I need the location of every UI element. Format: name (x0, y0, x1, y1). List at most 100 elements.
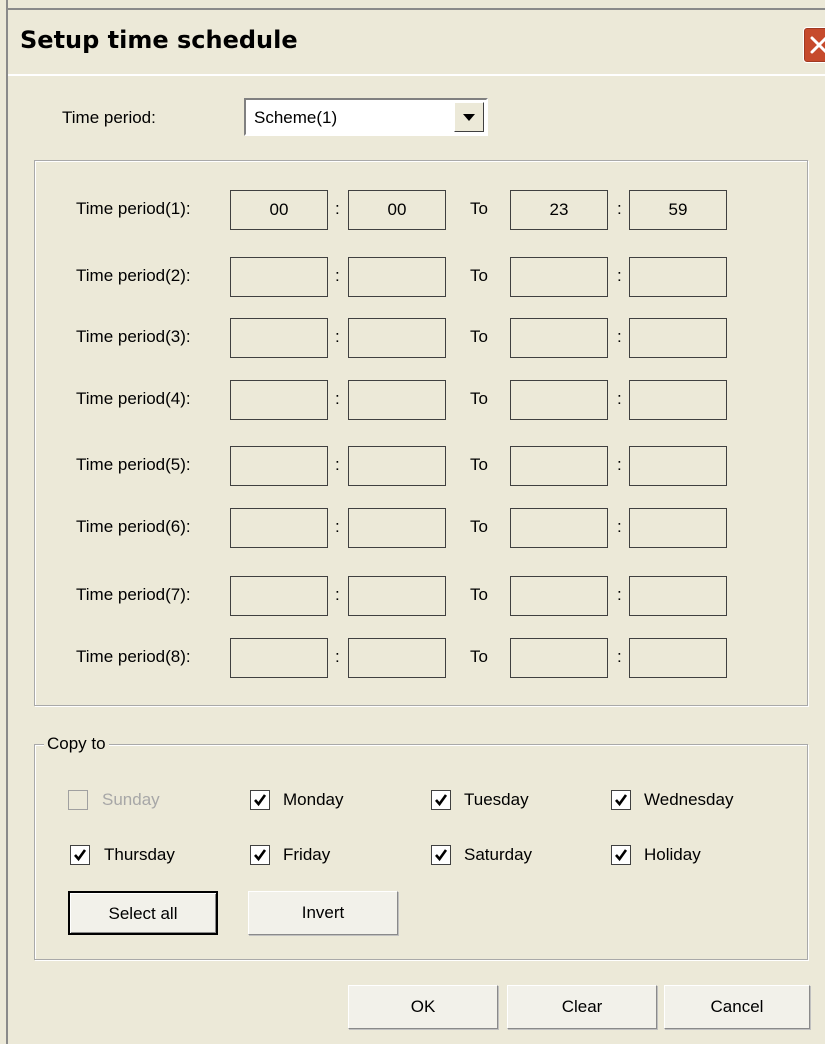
end-minute-field[interactable] (629, 380, 727, 420)
to-label: To (470, 199, 488, 218)
end-hour-field[interactable] (510, 318, 608, 358)
checkmark-icon (254, 794, 267, 807)
window-left-edge (6, 0, 8, 1044)
time-period-label: Time period(5): (76, 455, 191, 474)
to-label: To (470, 327, 488, 346)
start-hour-field[interactable] (230, 508, 328, 548)
time-period-selected-value: Scheme(1) (254, 108, 338, 127)
end-minute-field[interactable] (629, 257, 727, 297)
to-label: To (470, 517, 488, 536)
checkmark-icon (435, 849, 448, 862)
end-hour-field[interactable] (510, 638, 608, 678)
start-hour-field[interactable] (230, 318, 328, 358)
end-hour-field[interactable] (510, 508, 608, 548)
start-hour-field[interactable] (230, 638, 328, 678)
time-separator: : (335, 199, 340, 218)
sunday-checkbox[interactable] (68, 790, 88, 810)
holiday-checkbox[interactable] (611, 845, 631, 865)
start-hour-field[interactable] (230, 257, 328, 297)
time-separator: : (335, 647, 340, 666)
checkmark-icon (435, 794, 448, 807)
time-period-dropdown[interactable]: Scheme(1) (244, 98, 488, 136)
start-hour-field[interactable] (230, 380, 328, 420)
thursday-checkbox[interactable] (70, 845, 90, 865)
title-bar[interactable]: Setup time schedule (8, 8, 825, 76)
start-minute-field[interactable] (348, 508, 446, 548)
end-hour-field[interactable]: 23 (510, 190, 608, 230)
time-period-label: Time period(2): (76, 266, 191, 285)
end-minute-field[interactable] (629, 508, 727, 548)
invert-button[interactable]: Invert (248, 891, 398, 935)
time-separator: : (335, 455, 340, 474)
start-hour-field[interactable]: 00 (230, 190, 328, 230)
saturday-label: Saturday (464, 845, 533, 864)
time-separator: : (617, 647, 622, 666)
monday-checkbox[interactable] (250, 790, 270, 810)
start-hour-field[interactable] (230, 576, 328, 616)
setup-time-schedule-dialog: Setup time schedule Time period: Scheme(… (0, 0, 825, 1044)
monday-label: Monday (283, 790, 344, 809)
clear-button[interactable]: Clear (507, 985, 657, 1029)
start-minute-field[interactable] (348, 446, 446, 486)
time-period-label: Time period(3): (76, 327, 191, 346)
time-separator: : (617, 517, 622, 536)
time-separator: : (617, 585, 622, 604)
wednesday-checkbox[interactable] (611, 790, 631, 810)
end-minute-field[interactable] (629, 576, 727, 616)
time-periods-panel (34, 160, 808, 706)
checkmark-icon (615, 849, 628, 862)
dropdown-arrow-icon (463, 114, 475, 121)
end-minute-field[interactable] (629, 446, 727, 486)
cancel-button[interactable]: Cancel (664, 985, 810, 1029)
time-separator: : (617, 389, 622, 408)
time-separator: : (617, 455, 622, 474)
time-separator: : (335, 517, 340, 536)
time-period-label: Time period(7): (76, 585, 191, 604)
time-period-label: Time period(4): (76, 389, 191, 408)
to-label: To (470, 647, 488, 666)
holiday-label: Holiday (644, 845, 701, 864)
wednesday-label: Wednesday (644, 790, 734, 809)
time-period-label: Time period(1): (76, 199, 191, 218)
start-minute-field[interactable] (348, 380, 446, 420)
start-hour-field[interactable] (230, 446, 328, 486)
friday-checkbox[interactable] (250, 845, 270, 865)
time-separator: : (335, 585, 340, 604)
end-hour-field[interactable] (510, 257, 608, 297)
saturday-checkbox[interactable] (431, 845, 451, 865)
start-minute-field[interactable] (348, 318, 446, 358)
time-period-label: Time period: (62, 108, 156, 127)
time-period-label: Time period(6): (76, 517, 191, 536)
time-separator: : (335, 327, 340, 346)
time-separator: : (617, 266, 622, 285)
start-minute-field[interactable]: 00 (348, 190, 446, 230)
friday-label: Friday (283, 845, 331, 864)
start-minute-field[interactable] (348, 257, 446, 297)
to-label: To (470, 266, 488, 285)
tuesday-checkbox[interactable] (431, 790, 451, 810)
time-separator: : (617, 327, 622, 346)
sunday-label: Sunday (102, 790, 160, 809)
ok-button[interactable]: OK (348, 985, 498, 1029)
tuesday-label: Tuesday (464, 790, 529, 809)
copy-to-legend: Copy to (44, 734, 109, 754)
start-minute-field[interactable] (348, 576, 446, 616)
end-minute-field[interactable]: 59 (629, 190, 727, 230)
end-hour-field[interactable] (510, 576, 608, 616)
select-all-button[interactable]: Select all (68, 891, 218, 935)
close-button[interactable] (803, 27, 825, 63)
end-minute-field[interactable] (629, 318, 727, 358)
end-minute-field[interactable] (629, 638, 727, 678)
dropdown-arrow-button[interactable] (454, 102, 484, 132)
time-separator: : (617, 199, 622, 218)
checkmark-icon (615, 794, 628, 807)
to-label: To (470, 585, 488, 604)
end-hour-field[interactable] (510, 380, 608, 420)
window-title: Setup time schedule (20, 26, 298, 54)
time-separator: : (335, 389, 340, 408)
end-hour-field[interactable] (510, 446, 608, 486)
checkmark-icon (74, 849, 87, 862)
checkmark-icon (254, 849, 267, 862)
start-minute-field[interactable] (348, 638, 446, 678)
to-label: To (470, 389, 488, 408)
